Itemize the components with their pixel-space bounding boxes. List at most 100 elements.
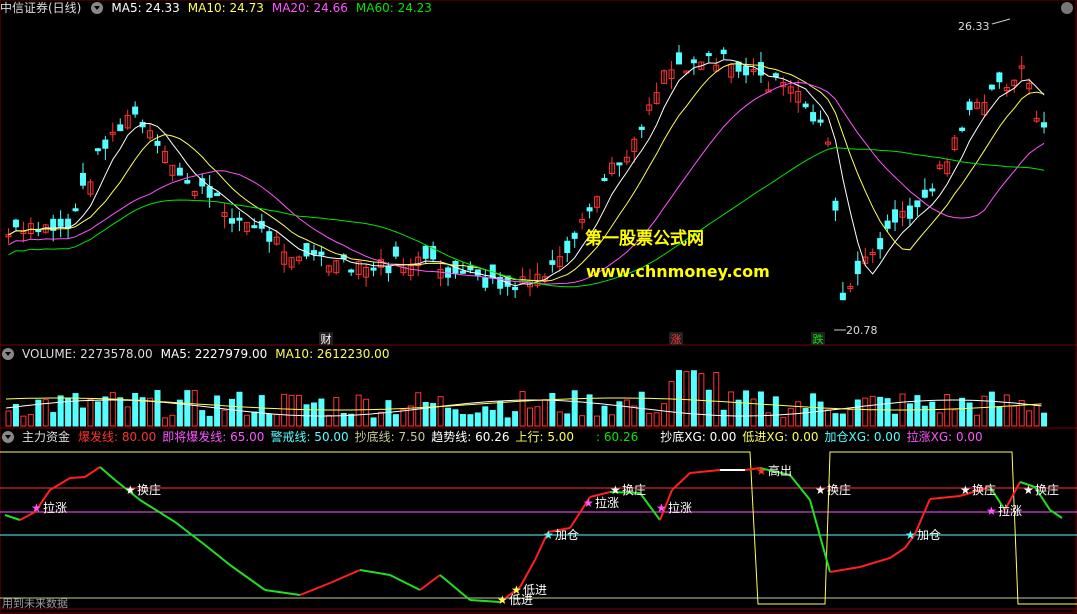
low-price-label: 20.78 — [846, 324, 878, 337]
main-force-segment — [204, 544, 231, 566]
candle-body — [817, 119, 824, 123]
signal-star-icon: ★ — [905, 528, 916, 542]
candle-body — [176, 167, 183, 176]
volume-bar — [474, 412, 481, 427]
volume-bar — [988, 391, 995, 427]
volume-bar — [161, 417, 168, 427]
signal-label: 换庄 — [972, 482, 996, 497]
volume-bar — [713, 372, 720, 427]
main-force-segment — [389, 574, 421, 591]
volume-bar — [571, 390, 578, 427]
volume-bar — [1041, 412, 1048, 427]
frame — [0, 0, 1077, 614]
signal-label: 拉涨 — [668, 500, 692, 515]
main-force-segment — [889, 547, 906, 559]
volume-bar — [541, 399, 548, 427]
candle-body — [318, 251, 325, 256]
signal-star-icon: ★ — [583, 496, 594, 510]
volume-bar — [288, 394, 295, 427]
volume-bar — [57, 395, 64, 427]
candle-body — [705, 53, 712, 57]
volume-bar — [906, 403, 913, 427]
main-force-segment — [329, 569, 361, 584]
signal-label: 高出 — [768, 463, 792, 478]
candle-body — [720, 49, 727, 55]
signal-star-icon: ★ — [986, 504, 997, 518]
main-force-segment — [174, 521, 206, 546]
volume-bar — [310, 402, 317, 427]
candle-body — [832, 200, 839, 211]
candle-body — [422, 245, 429, 259]
candle-body — [385, 266, 392, 274]
volume-bar — [705, 389, 712, 427]
volume-bar — [1003, 394, 1010, 427]
signal-label: 换庄 — [827, 482, 851, 497]
volume-bar — [646, 412, 653, 427]
volume-bar — [1011, 405, 1018, 427]
candle-body — [914, 200, 921, 208]
volume-bar — [139, 397, 146, 427]
candle-body — [57, 218, 64, 227]
volume-bar — [892, 413, 899, 427]
volume-bar — [50, 412, 57, 427]
signal-label: 拉涨 — [595, 495, 619, 510]
volume-bar — [810, 393, 817, 427]
candle-body — [348, 269, 355, 273]
candle-body — [370, 267, 377, 271]
candle-body — [996, 72, 1003, 83]
candle-body — [251, 225, 258, 229]
volume-bar — [802, 407, 809, 427]
volume-bar — [661, 403, 668, 427]
volume-bar — [594, 415, 601, 427]
signal-label: 低进 — [509, 593, 533, 607]
candle-body — [616, 162, 623, 166]
future-data-note: 用到未来数据 — [2, 596, 68, 610]
candle-body — [229, 218, 235, 224]
volume-bar — [631, 405, 638, 427]
event-tag: 财 — [321, 332, 332, 346]
volume-bar — [214, 395, 221, 427]
candle-body — [1041, 122, 1048, 128]
volume-bar — [273, 414, 280, 427]
signal-label: 换庄 — [137, 482, 161, 497]
volume-bar — [832, 413, 839, 427]
volume-bar — [94, 401, 101, 427]
candle-body — [877, 238, 884, 250]
main-force-segment — [139, 499, 176, 523]
ma5-line — [8, 59, 1045, 287]
main-force-segment — [829, 566, 861, 573]
volume-bar — [325, 414, 332, 427]
candle-body — [810, 112, 817, 122]
candle-body — [906, 205, 913, 219]
volume-bar — [229, 398, 235, 427]
volume-bar — [564, 413, 571, 427]
chart-canvas[interactable]: 26.3320.78第一股票公式网www.chnmoney.com财涨跌★ 拉涨★… — [0, 0, 1077, 614]
watermark-title: 第一股票公式网 — [585, 228, 704, 249]
volume-bar — [951, 409, 958, 427]
main-force-segment — [229, 564, 266, 591]
signal-label: 拉涨 — [998, 503, 1022, 518]
volume-bar — [132, 393, 139, 427]
volume-bar — [579, 415, 586, 427]
candle-body — [102, 139, 109, 149]
main-force-segment — [84, 466, 101, 478]
volume-bar — [206, 415, 213, 427]
volume-bar — [400, 408, 407, 427]
candle-body — [80, 172, 86, 186]
candle-body — [884, 220, 891, 229]
volume-bar — [87, 399, 94, 427]
volume-bar — [623, 399, 630, 427]
candle-body — [236, 217, 243, 221]
volume-bar — [519, 391, 526, 427]
candle-body — [757, 62, 764, 76]
signal-label: 换庄 — [1035, 482, 1059, 497]
signal-label: 加仓 — [917, 528, 941, 542]
candle-body — [266, 231, 273, 242]
volume-bar — [653, 412, 660, 427]
volume-bar — [743, 390, 750, 427]
volume-bar — [363, 398, 370, 427]
main-force-segment — [469, 599, 501, 603]
main-force-segment — [419, 574, 441, 591]
candle-body — [154, 140, 161, 146]
volume-bar — [20, 415, 27, 427]
